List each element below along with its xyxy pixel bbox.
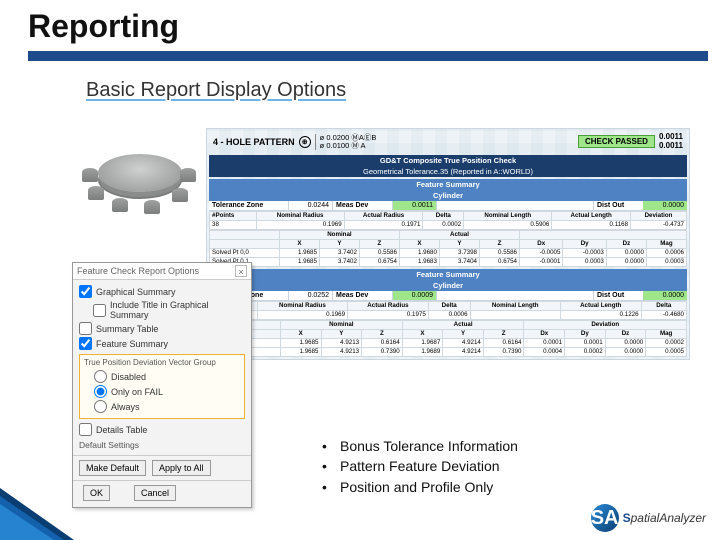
vector-group-title: True Position Deviation Vector Group bbox=[84, 358, 240, 367]
cancel-button[interactable]: Cancel bbox=[134, 485, 176, 501]
tolerance-row: Tolerance Zone0.0244 Meas Dev0.0011 Dist… bbox=[209, 201, 687, 211]
report-options-dialog: Feature Check Report Options × Graphical… bbox=[72, 262, 252, 508]
chk-include-title[interactable]: Include Title in Graphical Summary bbox=[79, 299, 245, 321]
radio-disabled[interactable]: Disabled bbox=[84, 369, 240, 384]
ok-button[interactable]: OK bbox=[83, 485, 110, 501]
table-row: Solved Pt 0,0 1.96853.74020.5586 1.96803… bbox=[210, 248, 687, 257]
bullet-list: • Bonus Tolerance Information • Pattern Fe… bbox=[322, 436, 518, 497]
table-row: 38 0.19690.19750.0006 0.1226-0.4680 bbox=[210, 310, 687, 319]
check-status-badge: CHECK PASSED bbox=[578, 135, 655, 148]
logo-text: SpatialAnalyzer bbox=[623, 511, 706, 525]
radius-table: #Points Nominal RadiusActual RadiusDelta… bbox=[209, 301, 687, 320]
radio-only-on-fail[interactable]: Only on FAIL bbox=[84, 384, 240, 399]
section-heading: Basic Report Display Options bbox=[0, 79, 720, 104]
band-geom: Geometrical Tolerance.35 (Reported in A:… bbox=[209, 166, 687, 177]
dialog-title: Feature Check Report Options bbox=[77, 266, 199, 276]
bullet-text: Position and Profile Only bbox=[340, 477, 493, 497]
band-feature-summary: Feature Summary bbox=[209, 179, 687, 190]
xyz-table: Nominal Actual XYZ XYZ DxDyDzMag Solved … bbox=[209, 230, 687, 267]
report-header: 4 - HOLE PATTERN ⊕ ø 0.0200 ⓂAⒺB ø 0.010… bbox=[209, 131, 687, 153]
bullet-icon: • bbox=[322, 477, 330, 497]
bullet-text: Bonus Tolerance Information bbox=[340, 436, 518, 456]
header-values: 0.00110.0011 bbox=[659, 133, 683, 151]
band-feature-summary-2: Feature Summary bbox=[209, 269, 687, 280]
title-divider bbox=[28, 51, 708, 61]
table-row: Solved Pt 0,1 1.96853.74020.6754 1.96833… bbox=[210, 257, 687, 266]
chk-feature-summary[interactable]: Feature Summary bbox=[79, 336, 245, 351]
default-settings-label: Default Settings bbox=[79, 440, 245, 450]
band-cylinder: Cylinder bbox=[209, 190, 687, 201]
radius-table: #Points Nominal RadiusActual RadiusDelta… bbox=[209, 211, 687, 230]
tolerance-row: Tolerance Zone0.0252 Meas Dev0.0009 Dist… bbox=[209, 291, 687, 301]
band-cylinder-2: Cylinder bbox=[209, 280, 687, 291]
logo-mark-icon: SA bbox=[591, 504, 619, 532]
table-row: Solved Pt 1,0 1.96854.92130.6164 1.96874… bbox=[210, 338, 687, 347]
report-title: 4 - HOLE PATTERN bbox=[213, 137, 295, 147]
report-panel: 4 - HOLE PATTERN ⊕ ø 0.0200 ⓂAⒺB ø 0.010… bbox=[206, 128, 690, 360]
chk-graphical-summary[interactable]: Graphical Summary bbox=[79, 284, 245, 299]
chk-details-table[interactable]: Details Table bbox=[79, 422, 245, 437]
bullet-icon: • bbox=[322, 456, 330, 476]
xyz-table: Nominal Actual Deviation XYZ XYZ DxDyDzM… bbox=[209, 320, 687, 357]
table-row: Solved Pt 1,1 1.96854.92130.7390 1.96894… bbox=[210, 347, 687, 356]
radio-always[interactable]: Always bbox=[84, 399, 240, 414]
brand-logo: SA SpatialAnalyzer bbox=[591, 504, 706, 532]
part-illustration bbox=[78, 140, 198, 232]
vector-group-frame: True Position Deviation Vector Group Dis… bbox=[79, 354, 245, 419]
table-row: 38 0.19690.19710.0002 0.59060.1168-0.473… bbox=[210, 220, 687, 229]
page-title: Reporting bbox=[0, 0, 720, 49]
position-symbol-icon: ⊕ bbox=[299, 136, 311, 148]
band-gdt: GD&T Composite True Position Check bbox=[209, 155, 687, 166]
close-icon[interactable]: × bbox=[235, 265, 247, 277]
chk-summary-table[interactable]: Summary Table bbox=[79, 321, 245, 336]
bullet-icon: • bbox=[322, 436, 330, 456]
make-default-button[interactable]: Make Default bbox=[79, 460, 146, 476]
gdt-callout: ø 0.0200 ⓂAⒺB ø 0.0100 Ⓜ A bbox=[315, 134, 377, 151]
apply-to-all-button[interactable]: Apply to All bbox=[152, 460, 211, 476]
bullet-text: Pattern Feature Deviation bbox=[340, 456, 500, 476]
